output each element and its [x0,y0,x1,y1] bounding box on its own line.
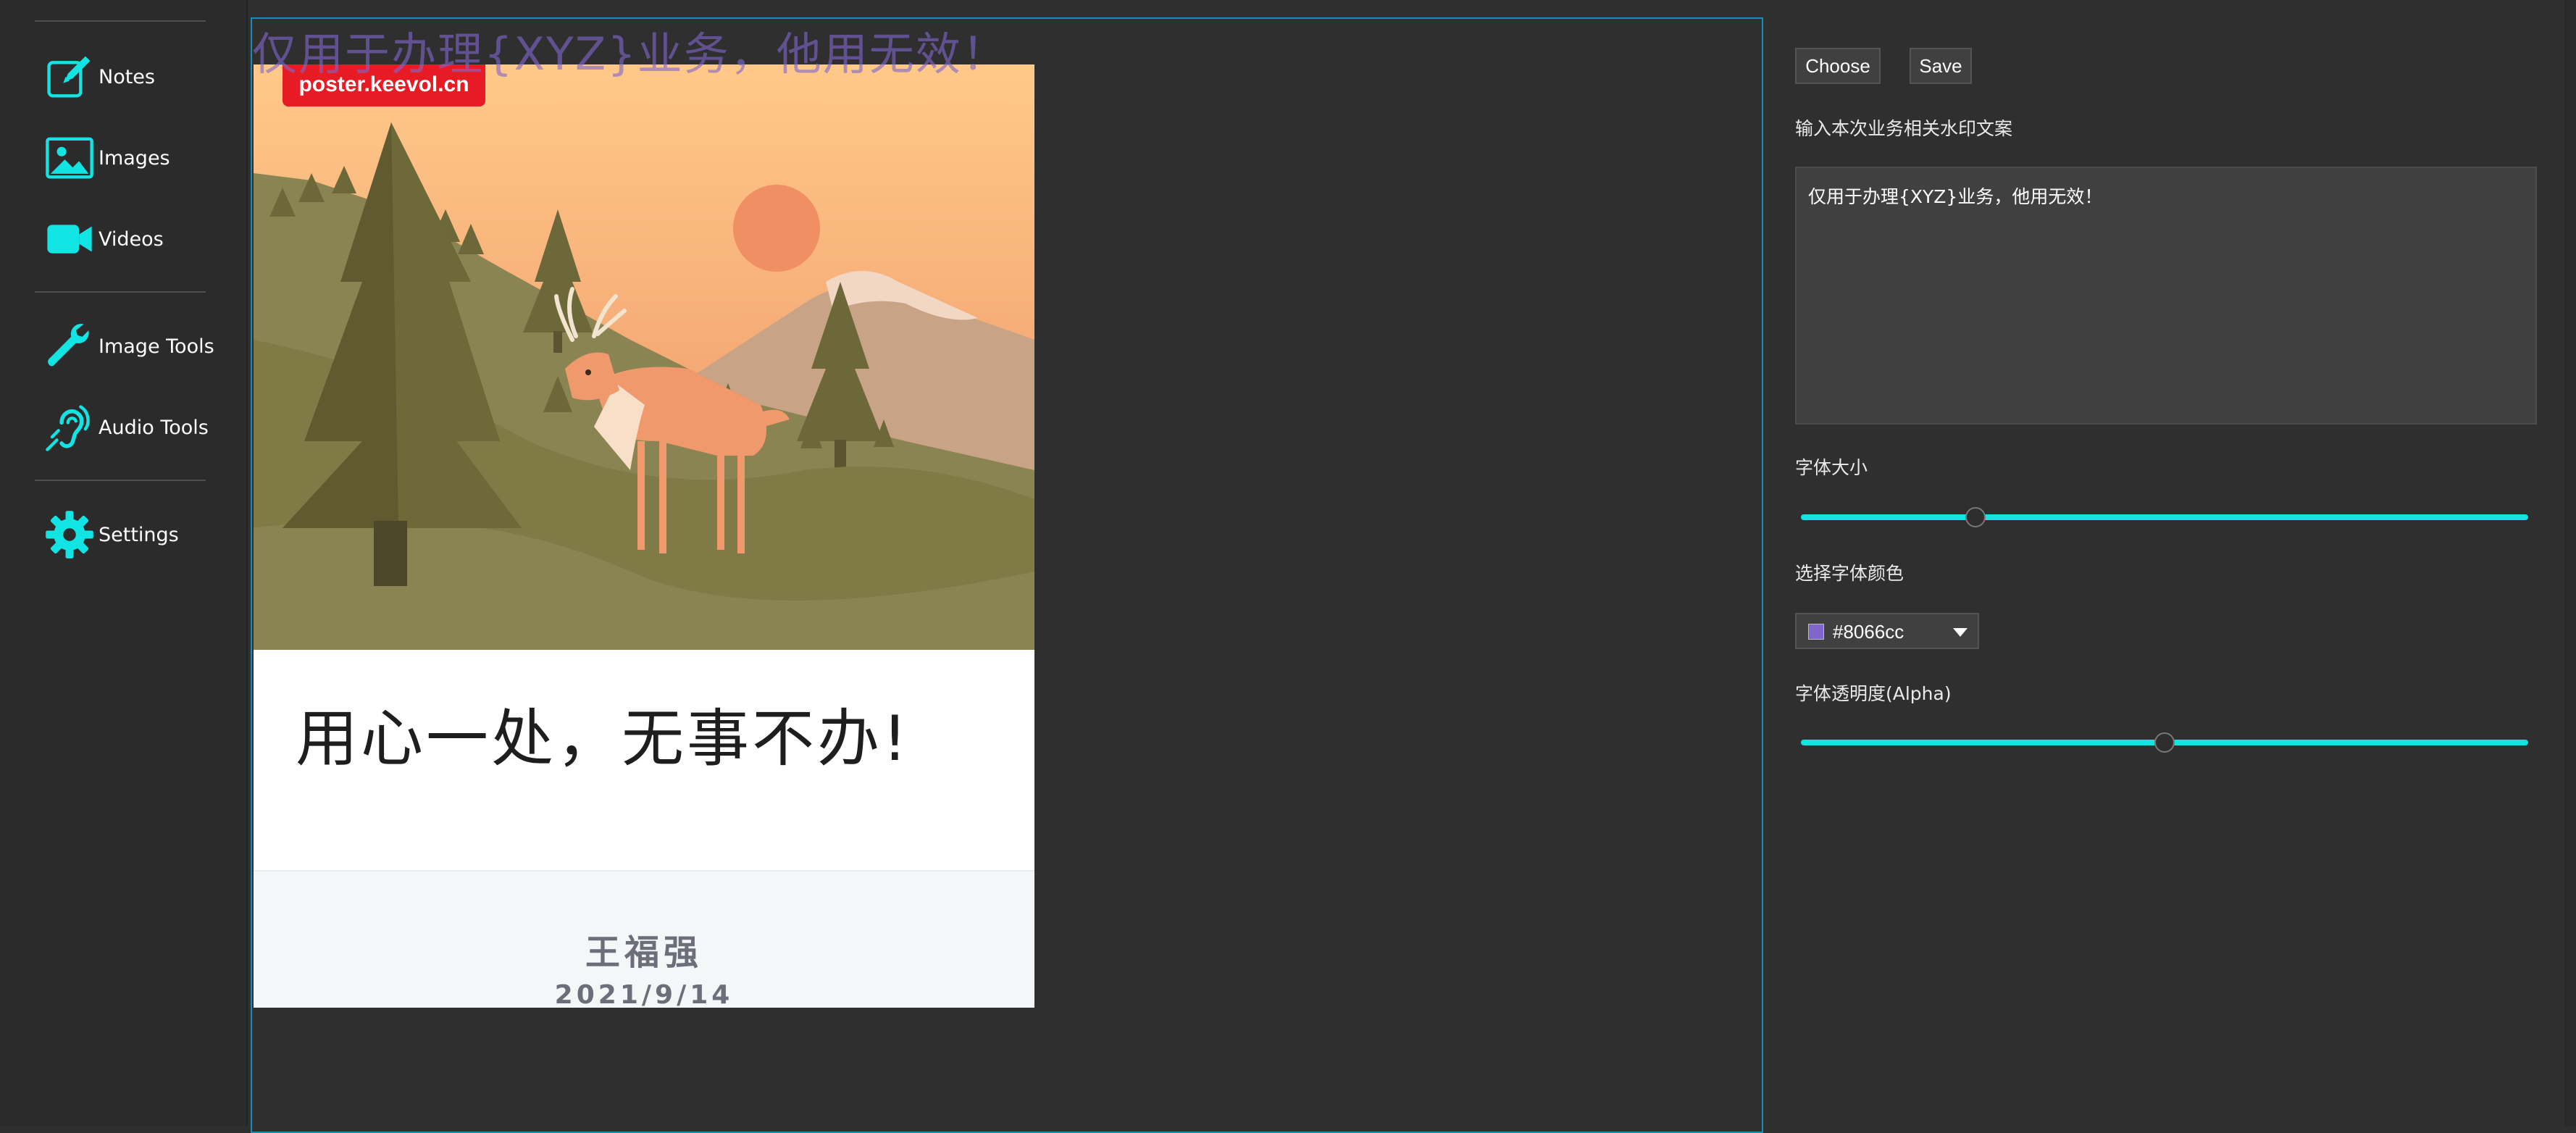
poster-headline: 用心一处，无事不办! [296,703,911,775]
poster-footer: 王福强 2021/9/14 [254,870,1034,1008]
sidebar-divider [35,480,206,481]
watermark-text-input[interactable] [1795,167,2537,425]
sidebar-divider [35,20,206,22]
sidebar: Notes Images Videos Image Tools Audio To… [0,0,248,1126]
sidebar-item-image-tools[interactable]: Image Tools [42,319,238,374]
font-size-slider[interactable] [1801,503,2528,532]
save-button[interactable]: Save [1910,48,1972,84]
hearing-icon [42,400,97,455]
gear-icon [42,507,97,562]
sidebar-item-label: Audio Tools [99,416,209,439]
sidebar-divider [35,291,206,293]
font-size-label: 字体大小 [1795,457,1868,478]
watermark-text-label: 输入本次业务相关水印文案 [1795,118,2013,139]
video-icon [42,212,97,267]
chevron-down-icon [1953,628,1967,637]
poster-image: poster.keevol.cn 用心一处，无事不办! 王福强 2021/9/1… [254,64,1034,1008]
notes-icon [42,49,97,104]
sidebar-item-audio-tools[interactable]: Audio Tools [42,400,238,455]
sidebar-item-label: Notes [99,65,155,88]
settings-panel: Choose Save 输入本次业务相关水印文案 字体大小 选择字体颜色 #80… [1768,0,2576,1126]
font-color-label: 选择字体颜色 [1795,563,1904,584]
alpha-slider[interactable] [1801,728,2528,757]
sidebar-item-label: Videos [99,227,164,251]
image-icon [42,130,97,185]
sidebar-item-label: Image Tools [99,335,214,358]
poster-landscape-illustration [254,64,1034,650]
poster-headline-area: 用心一处，无事不办! [254,650,1034,870]
sidebar-item-images[interactable]: Images [42,130,238,185]
sidebar-item-notes[interactable]: Notes [42,49,238,104]
poster-date: 2021/9/14 [554,980,734,1008]
panel-scrollbar[interactable] [2564,0,2576,1126]
slider-track [1801,514,2528,520]
sidebar-item-videos[interactable]: Videos [42,212,238,267]
preview-canvas: ▲ [251,17,1763,1133]
slider-thumb[interactable] [2154,732,2175,753]
choose-button[interactable]: Choose [1795,48,1881,84]
font-color-value: #8066cc [1833,621,1904,643]
sidebar-item-label: Settings [99,523,179,546]
font-color-select[interactable]: #8066cc [1795,613,1979,649]
sidebar-item-settings[interactable]: Settings [42,507,238,562]
wrench-icon [42,319,97,374]
slider-thumb[interactable] [1965,507,1986,527]
poster-site-badge: poster.keevol.cn [283,64,485,106]
sidebar-item-label: Images [99,146,170,170]
color-swatch [1808,624,1824,640]
alpha-label: 字体透明度(Alpha) [1795,683,1952,704]
poster-author: 王福强 [585,932,703,973]
